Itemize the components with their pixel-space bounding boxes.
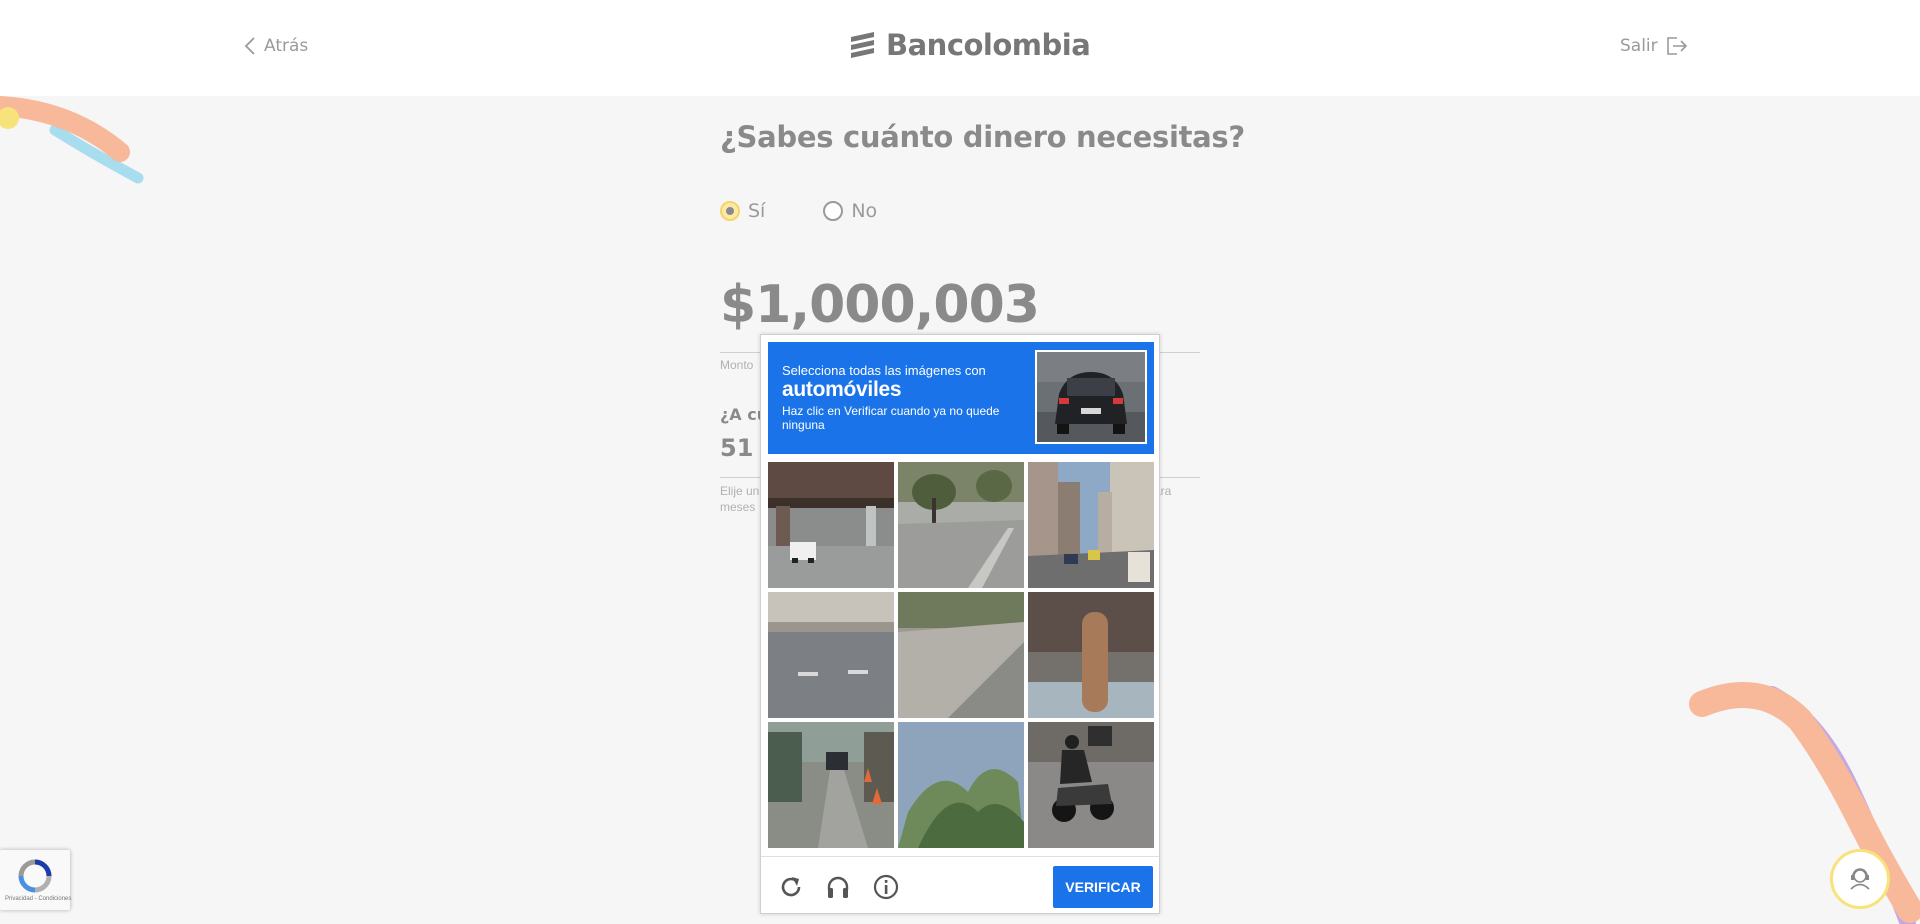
challenge-header: Selecciona todas las imágenes con automó…	[768, 342, 1154, 454]
decorative-swoosh-top-left	[0, 96, 144, 184]
challenge-instruction: Selecciona todas las imágenes con	[782, 363, 986, 378]
bancolombia-symbol-icon	[851, 32, 874, 58]
challenge-footer: VERIFICAR	[761, 856, 1159, 914]
challenge-tile[interactable]	[1028, 592, 1154, 718]
sample-car-image	[1035, 350, 1147, 444]
challenge-tile[interactable]	[1028, 462, 1154, 588]
challenge-image-grid	[768, 462, 1155, 851]
term-input[interactable]: 51	[720, 434, 753, 462]
radio-option-no[interactable]: No	[823, 200, 877, 222]
page-question: ¿Sabes cuánto dinero necesitas?	[720, 120, 1245, 154]
radio-option-si[interactable]: Sí	[720, 200, 765, 222]
chat-assistant-button[interactable]	[1830, 849, 1890, 909]
challenge-tile[interactable]	[768, 462, 894, 588]
recaptcha-logo-icon	[18, 859, 52, 893]
challenge-tile[interactable]	[898, 592, 1024, 718]
challenge-keyword: automóviles	[782, 378, 902, 401]
audio-challenge-icon[interactable]	[824, 873, 852, 901]
recaptcha-badge[interactable]: Privacidad - Condiciones	[0, 850, 72, 910]
recaptcha-terms-text: Privacidad - Condiciones	[5, 896, 72, 902]
assistant-headset-icon	[1850, 868, 1870, 890]
exit-link[interactable]: Salir	[1620, 36, 1688, 56]
back-label: Atrás	[264, 36, 309, 56]
challenge-tile[interactable]	[1028, 722, 1154, 848]
challenge-tile[interactable]	[898, 722, 1024, 848]
recaptcha-challenge-dialog: Selecciona todas las imágenes con automó…	[760, 334, 1160, 914]
exit-label: Salir	[1620, 36, 1658, 56]
term-hint-left: Elije un	[720, 484, 760, 498]
logout-icon	[1666, 37, 1687, 55]
verify-button[interactable]: VERIFICAR	[1053, 866, 1153, 908]
refresh-icon[interactable]	[777, 873, 805, 901]
radio-selected-icon	[720, 201, 740, 221]
amount-caption: Monto	[720, 358, 754, 372]
radio-label: No	[851, 200, 878, 222]
amount-input[interactable]: $1,000,003	[720, 275, 1040, 335]
radio-label: Sí	[748, 200, 766, 222]
challenge-tile[interactable]	[768, 592, 894, 718]
challenge-tile[interactable]	[768, 722, 894, 848]
challenge-subtext: Haz clic en Verificar cuando ya no quede…	[782, 404, 1000, 432]
challenge-tile[interactable]	[898, 462, 1024, 588]
brand-name: Bancolombia	[886, 28, 1091, 62]
back-link[interactable]: Atrás	[244, 36, 308, 56]
radio-unselected-icon	[823, 201, 844, 221]
top-header: Atrás Bancolombia Salir	[0, 0, 1920, 96]
info-icon[interactable]	[872, 873, 900, 901]
knows-amount-radio-group: Sí No	[720, 200, 877, 222]
chevron-left-icon	[244, 37, 255, 55]
bancolombia-logo: Bancolombia	[848, 28, 1091, 62]
